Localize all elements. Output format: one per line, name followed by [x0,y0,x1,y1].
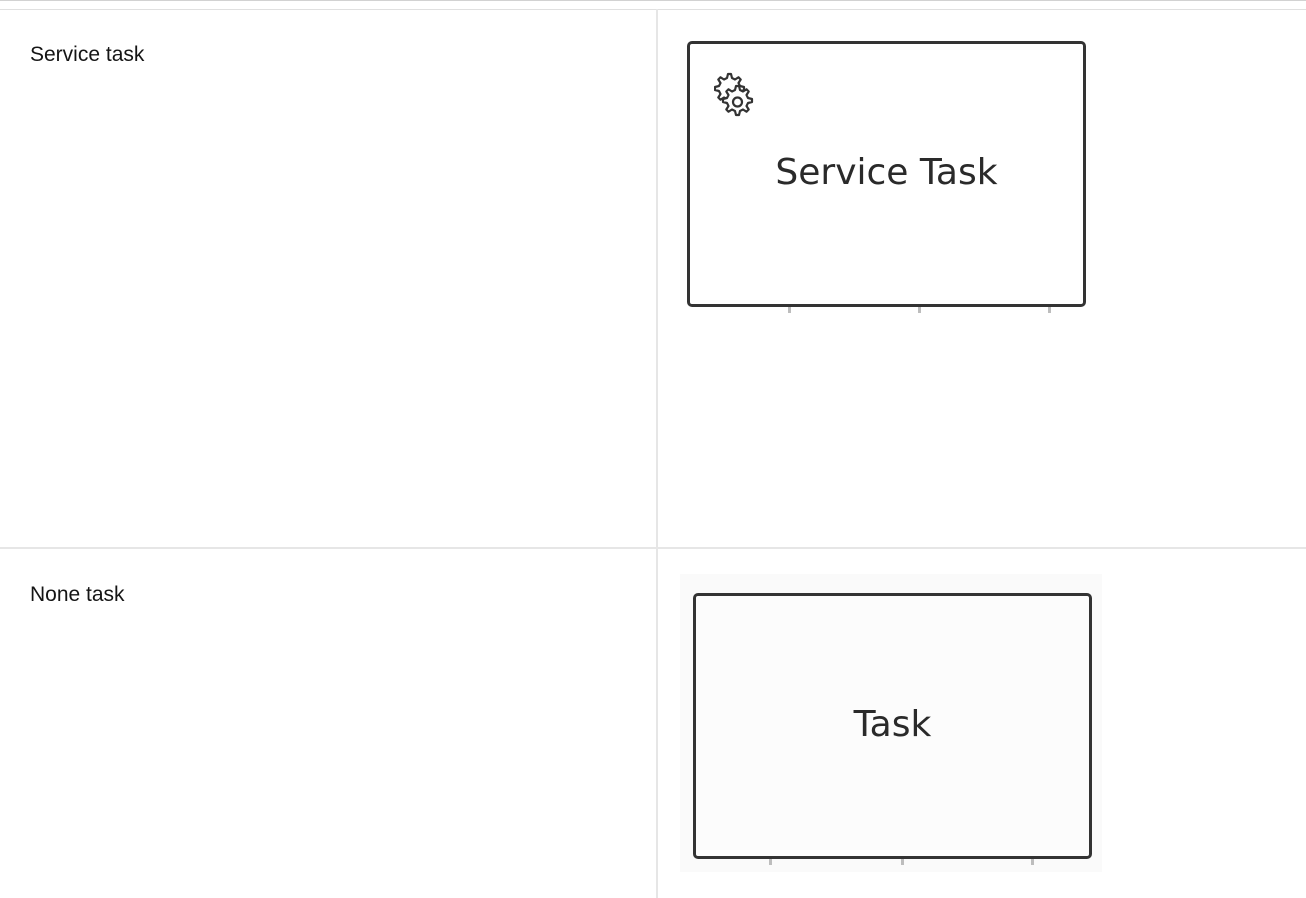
gear-icon [714,72,754,117]
service-task-shape: Service Task [687,41,1086,307]
none-task-shape: Task [693,593,1092,859]
boundary-tick [1031,859,1034,865]
task-type-label: Service task [30,43,145,66]
table-row: None task Task [0,549,1306,898]
boundary-tick [918,307,921,313]
boundary-tick [769,859,772,865]
task-type-label: None task [30,583,125,606]
task-label: Service Task [775,152,998,193]
task-label: Task [853,704,932,745]
task-types-table: Service task Service Task None task Task [0,0,1306,898]
column-divider [656,9,658,898]
boundary-tick [901,859,904,865]
boundary-tick [1048,307,1051,313]
table-row: Service task Service Task [0,9,1306,549]
boundary-tick [788,307,791,313]
